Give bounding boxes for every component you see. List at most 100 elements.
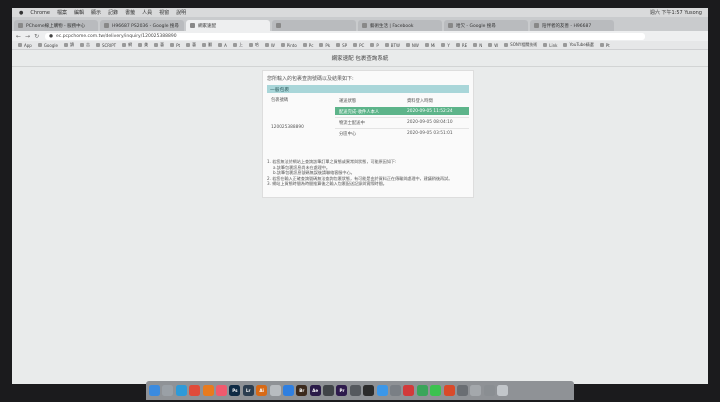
safari-icon[interactable]	[175, 385, 187, 396]
menu-history[interactable]: 記錄	[108, 9, 118, 16]
bridge-icon[interactable]: Br	[296, 385, 308, 396]
menu-help[interactable]: 說明	[176, 9, 186, 16]
menu-edit[interactable]: 編輯	[74, 9, 84, 16]
bookmark-item[interactable]: W	[488, 43, 498, 48]
app23-icon[interactable]	[443, 385, 455, 396]
tab-facebook[interactable]: 藝術生活 | Facebook	[358, 20, 442, 31]
bookmark-item[interactable]: Pt	[599, 43, 610, 48]
bookmark-item[interactable]: 翻	[202, 42, 212, 48]
bookmark-item[interactable]: 藝	[154, 42, 164, 48]
row-divider	[335, 117, 469, 118]
menu-chrome[interactable]: Chrome	[30, 10, 50, 16]
bookmark-icon	[264, 43, 269, 47]
bookmark-item[interactable]: 藝	[186, 42, 196, 48]
bookmark-item[interactable]: YouTube精選	[563, 42, 594, 48]
app25-icon[interactable]	[470, 385, 482, 396]
bookmark-item[interactable]: Mi	[424, 43, 435, 48]
bookmark-icon	[95, 43, 100, 47]
tab-blank[interactable]	[272, 20, 356, 31]
time-row-2: 2020-09-05 08:04:10	[407, 120, 453, 125]
bookmark-item[interactable]: 美	[138, 42, 148, 48]
favicon-icon	[276, 23, 281, 28]
bookmark-item[interactable]: Pc	[302, 43, 313, 48]
tab-pchome[interactable]: PChome線上購物 - 服務中心	[14, 20, 98, 31]
browser-screen: ● Chrome 檔案 編輯 顯示 記錄 書籤 人員 視窗 說明 週六 下午1:…	[12, 8, 708, 384]
media-icon[interactable]	[349, 385, 361, 396]
bookmark-item[interactable]: App	[18, 43, 32, 48]
url-field[interactable]: ● ec.pcpchome.com.tw/delivery/inquiry/120…	[45, 32, 646, 40]
menu-bookmarks[interactable]: 書籤	[125, 9, 135, 16]
menu-people[interactable]: 人員	[142, 9, 152, 16]
chrome-icon[interactable]	[189, 385, 201, 396]
bookmark-item[interactable]: Google	[37, 43, 58, 48]
mac-menu-bar: ● Chrome 檔案 編輯 顯示 記錄 書籤 人員 視窗 說明 週六 下午1:…	[12, 8, 708, 17]
bookmark-item[interactable]: 上	[232, 42, 243, 48]
bookmark-item[interactable]: P	[370, 43, 379, 48]
notes-list: 1. 若您無法於網站上查詢該筆訂單之貨態或異常與狀態，可能原因如下: a.該筆包…	[267, 159, 469, 187]
bookmark-item[interactable]: A	[218, 43, 227, 48]
row-divider	[335, 128, 469, 129]
back-arrow-icon[interactable]: ←	[16, 33, 21, 40]
menu-window[interactable]: 視窗	[159, 9, 169, 16]
bookmark-icon	[63, 43, 68, 47]
bookmark-item[interactable]: SCRIPT	[95, 43, 116, 48]
appstore-icon[interactable]	[282, 385, 294, 396]
photos-icon[interactable]	[269, 385, 281, 396]
illustrator-icon[interactable]: Ai	[256, 385, 268, 396]
tab-google-search-2[interactable]: 哈欠 - Google 搜尋	[444, 20, 528, 31]
bookmark-icon	[543, 43, 548, 47]
lightroom-icon[interactable]: Lr	[242, 385, 254, 396]
reload-icon[interactable]: ↻	[34, 33, 39, 40]
bookmark-item[interactable]: PC	[353, 43, 364, 48]
menu-view[interactable]: 顯示	[91, 9, 101, 16]
messages-icon[interactable]	[430, 385, 442, 396]
menu-file[interactable]: 檔案	[57, 9, 67, 16]
premiere-icon[interactable]: Pr	[336, 385, 348, 396]
bookmark-icon	[232, 43, 237, 47]
bookmark-item[interactable]: 網	[122, 42, 132, 48]
bookmark-item[interactable]: Link	[543, 43, 557, 48]
finder-icon[interactable]	[149, 385, 160, 396]
forward-arrow-icon[interactable]: →	[25, 33, 30, 40]
bookmark-item[interactable]: RE	[455, 43, 467, 48]
bookmark-item[interactable]: SONY相關技術	[504, 42, 537, 48]
status-row-2: 物流士配送中	[339, 121, 365, 126]
bookmark-item[interactable]: 讀	[63, 42, 74, 48]
bookmark-item[interactable]: Pk	[319, 43, 330, 48]
bookmark-item[interactable]: SP	[336, 43, 347, 48]
bookmark-icon	[218, 43, 223, 47]
bookmark-item[interactable]: 吉	[79, 42, 90, 48]
tab-companion[interactable]: 陪伴者的友善 - H96687	[530, 20, 614, 31]
launchpad-icon[interactable]	[162, 385, 174, 396]
bookmark-item[interactable]: N	[473, 43, 482, 48]
bookmark-item[interactable]: W	[264, 43, 275, 48]
music-icon[interactable]	[215, 385, 227, 396]
bookmark-icon	[563, 43, 568, 47]
terminal-icon[interactable]	[363, 385, 375, 396]
bookmark-item[interactable]: Y	[441, 43, 450, 48]
bookmark-item[interactable]: BTW	[384, 43, 400, 48]
aftereffects-icon[interactable]: Ae	[309, 385, 321, 396]
finalcut-icon[interactable]	[323, 385, 335, 396]
package-number: 120025388890	[271, 125, 304, 130]
lock-icon: ●	[49, 33, 54, 39]
tab-google-search[interactable]: H96687 PS2036 - Google 搜尋	[100, 20, 184, 31]
firefox-icon[interactable]	[202, 385, 214, 396]
mail-icon[interactable]	[376, 385, 388, 396]
tab-delivery[interactable]: 網家速配	[186, 20, 270, 31]
settings-icon[interactable]	[390, 385, 402, 396]
bookmark-icon	[504, 43, 509, 47]
bookmark-item[interactable]: Pt	[170, 43, 180, 48]
col-time: 資料登入時間	[407, 99, 433, 104]
bookmark-item[interactable]: Pinto	[280, 43, 297, 48]
app26-icon[interactable]	[483, 385, 495, 396]
page-content: 網家速配 包裹查詢系統 您所輸入的包裹查詢號碼以及結果如下: 一般包裹 包裹號碼…	[12, 50, 708, 384]
trash-icon[interactable]	[497, 385, 509, 396]
bookmark-item[interactable]: NW	[405, 43, 419, 48]
numbers-icon[interactable]	[416, 385, 428, 396]
photoshop-icon[interactable]: Ps	[229, 385, 241, 396]
apple-icon[interactable]: ●	[19, 10, 23, 16]
bookmark-item[interactable]: 哈	[248, 42, 259, 48]
app24-icon[interactable]	[456, 385, 468, 396]
video-icon[interactable]	[403, 385, 415, 396]
